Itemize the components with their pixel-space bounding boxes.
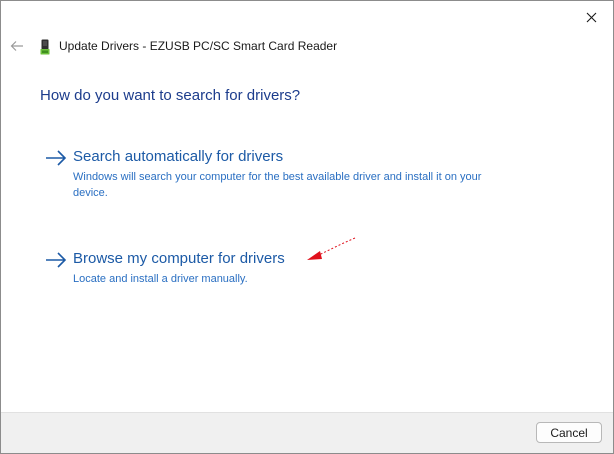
update-drivers-dialog: Update Drivers - EZUSB PC/SC Smart Card … (0, 0, 614, 454)
option-title: Browse my computer for drivers (73, 250, 285, 267)
arrow-right-icon (46, 150, 67, 166)
annotation-arrow-icon (307, 237, 356, 260)
back-arrow-icon (10, 41, 23, 51)
back-button[interactable] (8, 37, 26, 55)
option-description: Locate and install a driver manually. (73, 273, 248, 285)
arrow-right-icon (46, 252, 67, 268)
option-description: Windows will search your computer for th… (73, 171, 482, 199)
close-icon (586, 12, 596, 22)
smart-card-reader-icon (40, 39, 50, 55)
option-title: Search automatically for drivers (73, 148, 284, 165)
cancel-button[interactable]: Cancel (536, 422, 602, 443)
dialog-title: Update Drivers - EZUSB PC/SC Smart Card … (59, 39, 338, 53)
dialog-footer: Cancel (1, 412, 613, 453)
page-heading: How do you want to search for drivers? (40, 87, 301, 104)
close-button[interactable] (577, 5, 605, 29)
